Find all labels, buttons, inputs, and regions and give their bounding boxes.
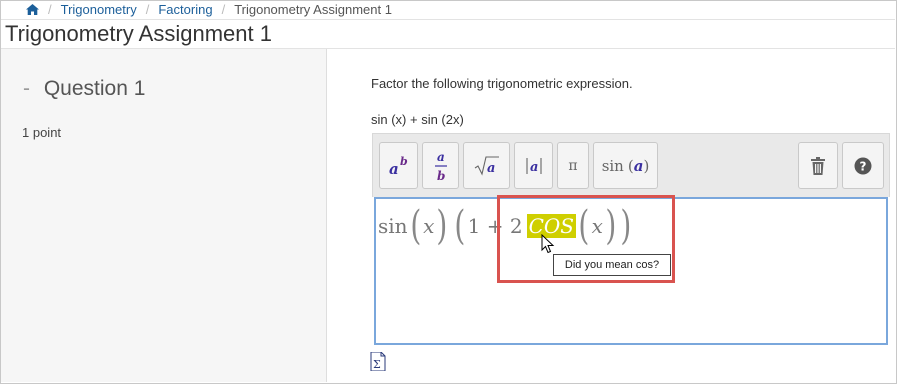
pi-button[interactable]: π <box>557 142 589 189</box>
breadcrumb-link-trigonometry[interactable]: Trigonometry <box>61 2 137 17</box>
home-icon[interactable] <box>26 4 39 15</box>
pi-label: π <box>568 157 578 174</box>
sqrt-icon: a <box>474 155 499 176</box>
svg-text:?: ? <box>860 159 867 173</box>
collapse-dash[interactable]: - <box>23 77 30 100</box>
math-toolbar: a b a b a a π sin ( a ) ? <box>372 133 890 197</box>
svg-text:a: a <box>530 160 538 175</box>
svg-text:a: a <box>437 150 445 164</box>
breadcrumb-separator: / <box>221 2 226 17</box>
question-expression: sin (x) + sin (2x) <box>371 112 464 127</box>
exponent-button[interactable]: a b <box>379 142 418 189</box>
question-icon: ? <box>854 157 872 174</box>
breadcrumb-link-factoring[interactable]: Factoring <box>158 2 212 17</box>
fraction-icon: a b <box>434 150 447 183</box>
math-close-paren: ) <box>436 203 448 249</box>
sine-label: sin <box>601 156 624 175</box>
delete-button[interactable] <box>798 142 838 189</box>
sine-button[interactable]: sin ( a ) <box>593 142 658 189</box>
math-var-x: x <box>423 214 435 238</box>
breadcrumb-separator: / <box>48 2 52 17</box>
suggestion-tooltip: Did you mean cos? <box>553 254 671 276</box>
svg-text:b: b <box>400 155 408 168</box>
math-open-paren: ( <box>409 203 421 249</box>
trash-icon <box>811 156 825 175</box>
title-bar: Trigonometry Assignment 1 <box>1 19 895 49</box>
svg-text:Σ: Σ <box>373 358 381 371</box>
question-header[interactable]: - Question 1 <box>23 77 145 101</box>
svg-text:a: a <box>389 160 399 178</box>
page-title: Trigonometry Assignment 1 <box>5 21 272 46</box>
abs-button[interactable]: a <box>514 142 553 189</box>
superscript-icon: a b <box>389 155 408 178</box>
breadcrumb-current: Trigonometry Assignment 1 <box>234 2 392 17</box>
sqrt-button[interactable]: a <box>463 142 510 189</box>
sine-arg: a <box>633 156 644 175</box>
mouse-cursor-icon <box>541 234 555 254</box>
help-button[interactable]: ? <box>842 142 884 189</box>
svg-text:a: a <box>487 161 495 176</box>
sigma-icon[interactable]: Σ <box>370 352 386 371</box>
math-open-paren: ( <box>454 203 466 249</box>
question-prompt: Factor the following trigonometric expre… <box>371 76 633 91</box>
fraction-button[interactable]: a b <box>422 142 459 189</box>
breadcrumb-separator: / <box>145 2 150 17</box>
math-fn-sin: sin <box>378 214 408 238</box>
question-title: Question 1 <box>43 77 146 100</box>
abs-icon: a <box>525 157 542 175</box>
question-points: 1 point <box>22 125 62 140</box>
breadcrumb: / Trigonometry / Factoring / Trigonometr… <box>26 1 392 18</box>
sine-close-paren: ) <box>643 156 650 175</box>
svg-text:b: b <box>437 169 445 183</box>
question-sidebar: - Question 1 1 point <box>1 49 327 382</box>
